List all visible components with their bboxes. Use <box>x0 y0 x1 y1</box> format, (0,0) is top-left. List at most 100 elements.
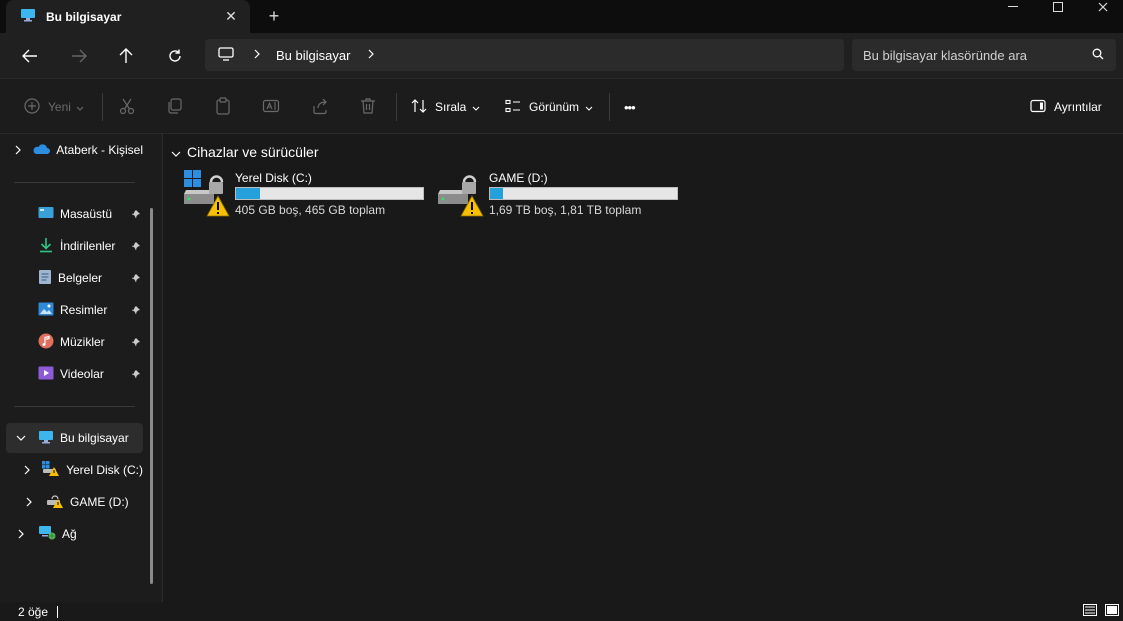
group-header-label: Cihazlar ve sürücüler <box>187 144 319 160</box>
chevron-right-icon[interactable] <box>22 495 36 509</box>
refresh-button[interactable] <box>161 42 189 70</box>
details-pane-button[interactable]: Ayrıntılar <box>1030 95 1102 119</box>
close-tab-button[interactable]: ✕ <box>222 7 240 25</box>
maximize-button[interactable] <box>1035 0 1081 14</box>
details-pane-icon <box>1030 99 1046 116</box>
computer-icon <box>20 8 36 25</box>
details-view-button[interactable] <box>1082 604 1098 619</box>
sidebar-item-drive-c[interactable]: Yerel Disk (C:) <box>6 455 143 485</box>
drive-usage-bar <box>235 187 424 200</box>
sidebar-item-this-pc[interactable]: Bu bilgisayar <box>6 423 143 453</box>
pin-icon[interactable] <box>131 336 141 350</box>
drive-warning-icon <box>438 170 486 220</box>
share-button[interactable] <box>311 95 329 119</box>
pin-icon[interactable] <box>131 208 141 222</box>
pin-icon[interactable] <box>131 272 141 286</box>
drive-name: GAME (D:) <box>489 171 548 185</box>
sidebar-item-drive-d[interactable]: GAME (D:) <box>6 487 143 517</box>
sidebar-scrollbar[interactable] <box>150 208 153 584</box>
sort-label: Sırala <box>435 100 467 114</box>
pin-icon[interactable] <box>131 368 141 382</box>
search-placeholder: Bu bilgisayar klasöründe ara <box>863 47 1028 63</box>
forward-button[interactable] <box>65 42 93 70</box>
sidebar-item-videos[interactable]: Videolar <box>6 359 143 389</box>
sidebar-item-desktop[interactable]: Masaüstü <box>6 199 143 229</box>
documents-icon <box>38 269 52 288</box>
sidebar-item-network[interactable]: Ağ <box>6 519 143 549</box>
search-icon[interactable] <box>1092 48 1104 63</box>
breadcrumb-chevron-icon[interactable] <box>254 48 260 62</box>
details-label: Ayrıntılar <box>1054 100 1102 114</box>
sidebar-divider <box>14 406 135 407</box>
sidebar-item-documents[interactable]: Belgeler <box>6 263 143 293</box>
chevron-down-icon[interactable] <box>171 144 181 160</box>
drive-usage-fill <box>490 188 504 199</box>
details-view-icon <box>1083 604 1097 619</box>
status-divider <box>57 606 58 618</box>
tiles-view-icon <box>1105 604 1119 619</box>
onedrive-icon <box>32 143 51 158</box>
new-tab-button[interactable]: + <box>263 5 285 27</box>
sort-button[interactable]: Sırala <box>411 95 480 119</box>
sidebar-item-label: GAME (D:) <box>70 495 129 509</box>
drive-warning-icon <box>46 493 64 512</box>
drive-free-space: 405 GB boş, 465 GB toplam <box>235 203 386 217</box>
chevron-right-icon[interactable] <box>14 143 22 157</box>
pin-icon[interactable] <box>131 240 141 254</box>
drive-free-space: 1,69 TB boş, 1,81 TB toplam <box>489 203 642 217</box>
cut-button[interactable] <box>118 95 136 119</box>
search-input[interactable]: Bu bilgisayar klasöründe ara <box>852 39 1116 71</box>
sidebar-item-label: Videolar <box>60 367 104 381</box>
drive-tile-c[interactable]: Yerel Disk (C:) 405 GB boş, 465 GB topla… <box>184 170 429 224</box>
new-button[interactable]: Yeni <box>24 95 84 119</box>
back-button[interactable] <box>16 42 44 70</box>
minimize-button[interactable] <box>990 0 1036 14</box>
large-icons-view-button[interactable] <box>1104 604 1120 619</box>
sidebar-item-onedrive[interactable]: Ataberk - Kişisel <box>6 135 143 165</box>
more-options-button[interactable]: ••• <box>624 95 636 119</box>
view-list-icon <box>505 99 521 116</box>
sidebar-item-label: Masaüstü <box>60 207 113 221</box>
view-button[interactable]: Görünüm <box>505 95 593 119</box>
music-icon <box>38 333 54 352</box>
drive-usage-bar <box>489 187 678 200</box>
content-area: Cihazlar ve sürücüler Yerel Disk (C:) 40… <box>163 134 1123 602</box>
toolbar-divider <box>102 93 103 121</box>
drive-name: Yerel Disk (C:) <box>235 171 312 185</box>
title-bar: Bu bilgisayar ✕ + <box>0 0 1123 33</box>
chevron-down-icon <box>472 100 480 114</box>
clipboard-icon <box>214 96 232 118</box>
rename-icon <box>262 97 280 118</box>
pin-icon[interactable] <box>131 304 141 318</box>
copy-button[interactable] <box>166 95 184 119</box>
paste-button[interactable] <box>214 95 232 119</box>
sidebar-item-label: Ağ <box>62 527 77 541</box>
chevron-right-icon[interactable] <box>22 463 32 477</box>
pictures-icon <box>38 302 54 319</box>
group-header-devices[interactable]: Cihazlar ve sürücüler <box>171 144 319 160</box>
breadcrumb-this-pc[interactable]: Bu bilgisayar <box>276 48 350 63</box>
toolbar-divider <box>609 93 610 121</box>
chevron-down-icon <box>585 100 593 114</box>
computer-icon <box>38 430 54 447</box>
chevron-right-icon[interactable] <box>14 527 28 541</box>
sidebar-item-music[interactable]: Müzikler <box>6 327 143 357</box>
rename-button[interactable] <box>262 95 280 119</box>
new-button-label: Yeni <box>48 100 71 114</box>
drive-usage-fill <box>236 188 261 199</box>
toolbar-divider <box>396 93 397 121</box>
close-window-button[interactable] <box>1080 0 1123 14</box>
up-button[interactable] <box>112 42 140 70</box>
scissors-icon <box>118 97 136 118</box>
drive-tile-d[interactable]: GAME (D:) 1,69 TB boş, 1,81 TB toplam <box>438 170 683 224</box>
tab-this-pc[interactable]: Bu bilgisayar ✕ <box>6 0 250 33</box>
delete-button[interactable] <box>359 95 377 119</box>
tab-title: Bu bilgisayar <box>46 9 122 24</box>
chevron-down-icon[interactable] <box>14 431 28 445</box>
breadcrumb-chevron-icon[interactable] <box>368 48 375 62</box>
address-bar[interactable]: Bu bilgisayar <box>205 39 844 71</box>
sidebar-item-pictures[interactable]: Resimler <box>6 295 143 325</box>
desktop-icon <box>38 206 54 223</box>
sidebar-item-downloads[interactable]: İndirilenler <box>6 231 143 261</box>
download-icon <box>38 237 54 256</box>
